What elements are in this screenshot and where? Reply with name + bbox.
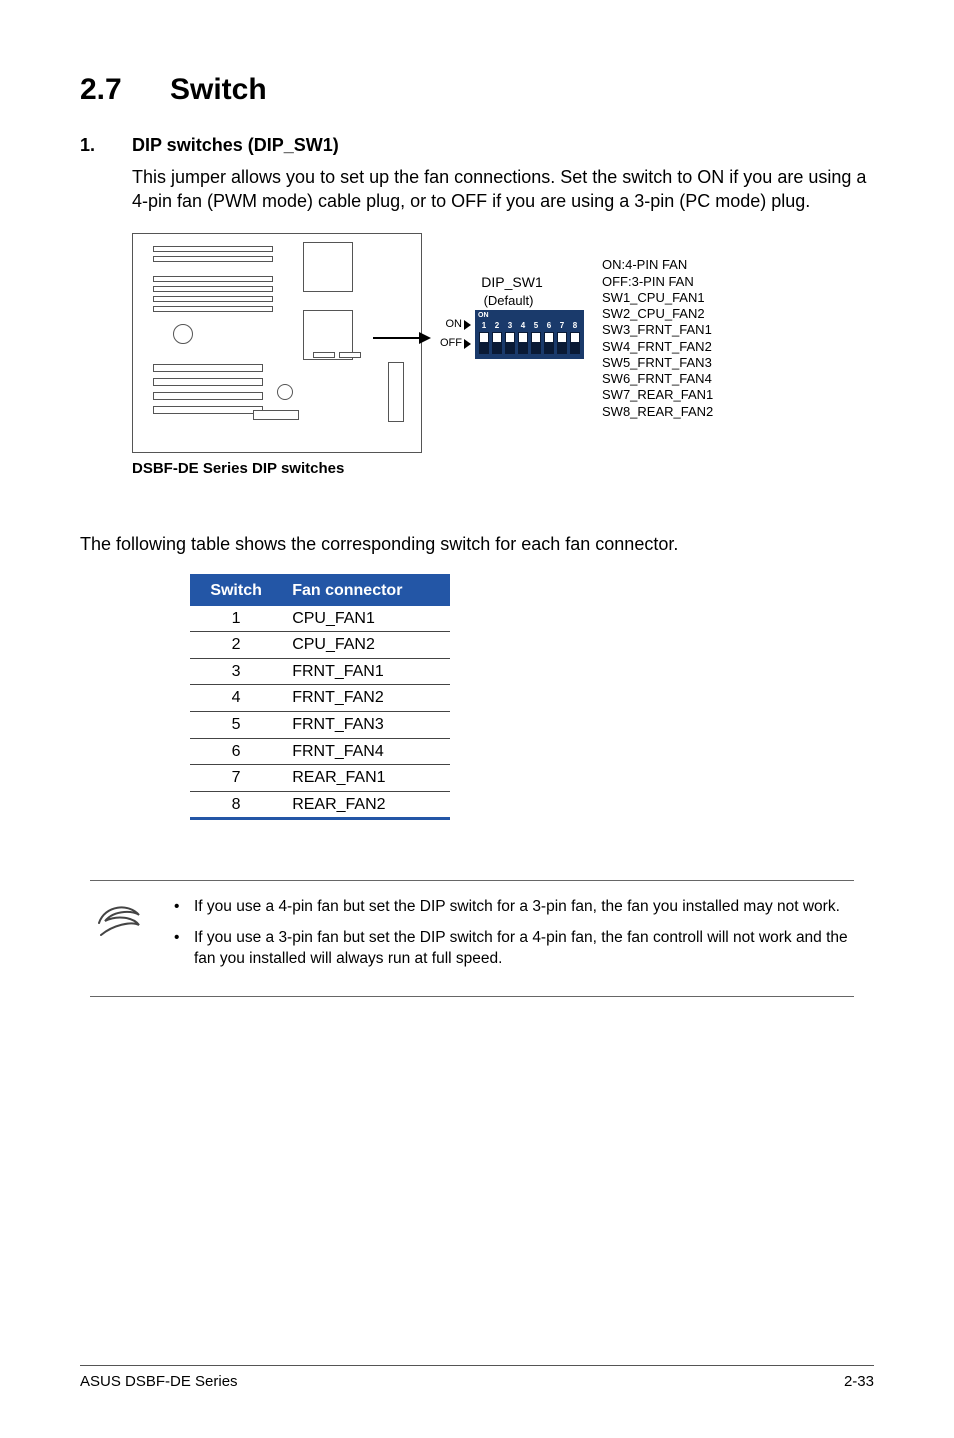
table-row: 1CPU_FAN1: [190, 605, 450, 632]
table-row: 8REAR_FAN2: [190, 791, 450, 819]
section-heading: 2.7Switch: [80, 70, 874, 111]
table-row: 7REAR_FAN1: [190, 765, 450, 792]
table-header-fan: Fan connector: [282, 575, 450, 605]
dip-default-label: (Default): [484, 292, 534, 310]
footer-left: ASUS DSBF-DE Series: [80, 1372, 238, 1392]
note-item: If you use a 3-pin fan but set the DIP s…: [170, 928, 848, 970]
section-title: Switch: [170, 73, 267, 106]
diagram-area: DIP_SW1 (Default) ON OFF ON 1 2 3 4 5 6 …: [132, 233, 874, 453]
note-block: If you use a 4-pin fan but set the DIP s…: [90, 880, 854, 997]
dip-on-label: ON: [446, 319, 463, 330]
table-row: 3FRNT_FAN1: [190, 658, 450, 685]
note-list: If you use a 4-pin fan but set the DIP s…: [170, 897, 848, 980]
item-title: DIP switches (DIP_SW1): [132, 135, 339, 155]
section-number: 2.7: [80, 70, 170, 111]
diagram-caption: DSBF-DE Series DIP switches: [132, 459, 874, 479]
item-header: 1.DIP switches (DIP_SW1): [80, 133, 874, 157]
switch-table: Switch Fan connector 1CPU_FAN1 2CPU_FAN2…: [190, 574, 450, 820]
table-header-switch: Switch: [190, 575, 282, 605]
footer-right: 2-33: [844, 1372, 874, 1392]
table-row: 2CPU_FAN2: [190, 632, 450, 659]
item-body-text: This jumper allows you to set up the fan…: [132, 165, 874, 214]
dip-legend: ON:4-PIN FAN OFF:3-PIN FAN SW1_CPU_FAN1 …: [602, 257, 713, 420]
note-icon: [90, 897, 148, 980]
page-footer: ASUS DSBF-DE Series 2-33: [80, 1365, 874, 1392]
arrow-right-icon: [464, 339, 471, 349]
dip-off-label: OFF: [440, 338, 462, 349]
dip-on-text: ON: [478, 311, 489, 320]
table-intro-text: The following table shows the correspond…: [80, 532, 874, 556]
dip-switch-graphic: ON 1 2 3 4 5 6 7 8: [475, 310, 584, 359]
table-row: 6FRNT_FAN4: [190, 738, 450, 765]
table-row: 4FRNT_FAN2: [190, 685, 450, 712]
note-item: If you use a 4-pin fan but set the DIP s…: [170, 897, 848, 918]
dip-title: DIP_SW1: [481, 273, 542, 292]
dip-on-off-labels: ON OFF: [440, 319, 471, 349]
arrow-right-icon: [464, 320, 471, 330]
motherboard-outline: [132, 233, 422, 453]
item-number: 1.: [80, 133, 132, 157]
table-row: 5FRNT_FAN3: [190, 711, 450, 738]
